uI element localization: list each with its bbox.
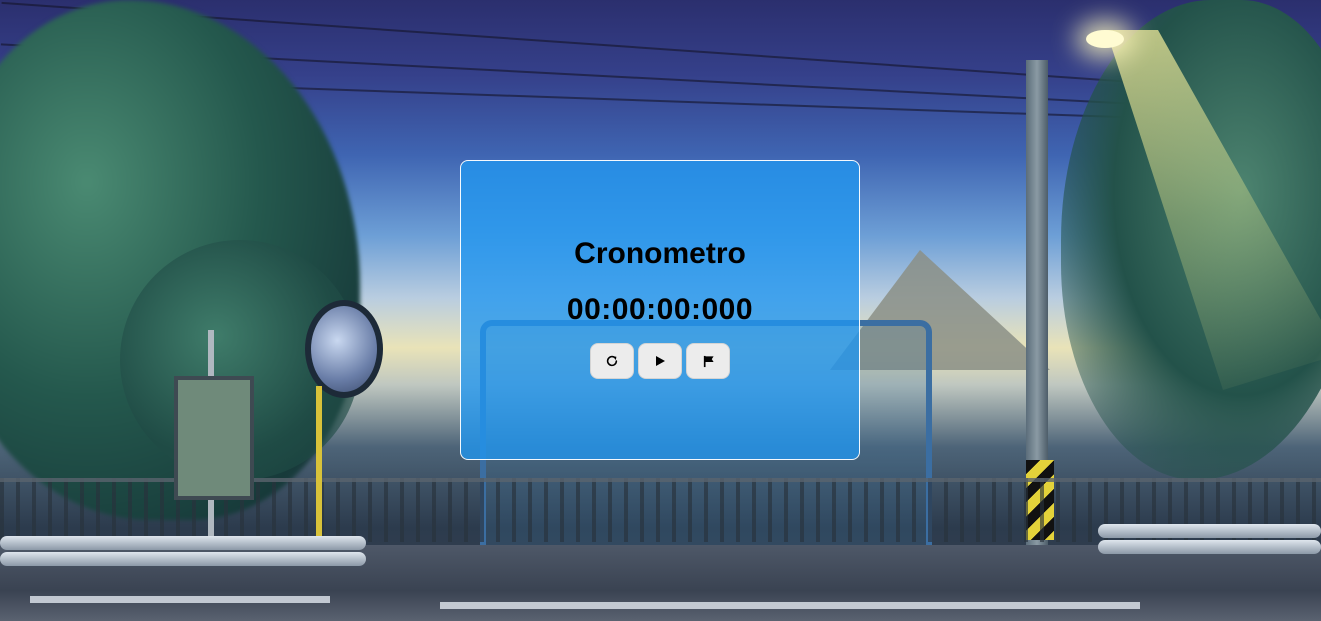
lap-button[interactable]: [686, 343, 730, 379]
play-button[interactable]: [638, 343, 682, 379]
crosswalk-stripe: [440, 602, 1140, 609]
bus-stop-board: [174, 376, 254, 500]
road-marking: [30, 596, 330, 603]
stopwatch-controls: [590, 343, 730, 379]
stopwatch-card: Cronometro 00:00:00:000: [460, 160, 860, 460]
guard-rail: [0, 536, 366, 550]
guard-rail: [0, 552, 366, 566]
guard-rail: [1098, 540, 1321, 554]
reset-icon: [606, 355, 618, 367]
traffic-mirror: [305, 300, 383, 398]
reset-button[interactable]: [590, 343, 634, 379]
traffic-mirror-pole: [316, 386, 322, 536]
stopwatch-time-display: 00:00:00:000: [566, 293, 754, 326]
flag-icon: [703, 355, 714, 367]
street-lamp: [1086, 30, 1124, 48]
guard-rail: [1098, 524, 1321, 538]
stopwatch-title: Cronometro: [574, 237, 746, 270]
play-icon: [656, 356, 665, 366]
